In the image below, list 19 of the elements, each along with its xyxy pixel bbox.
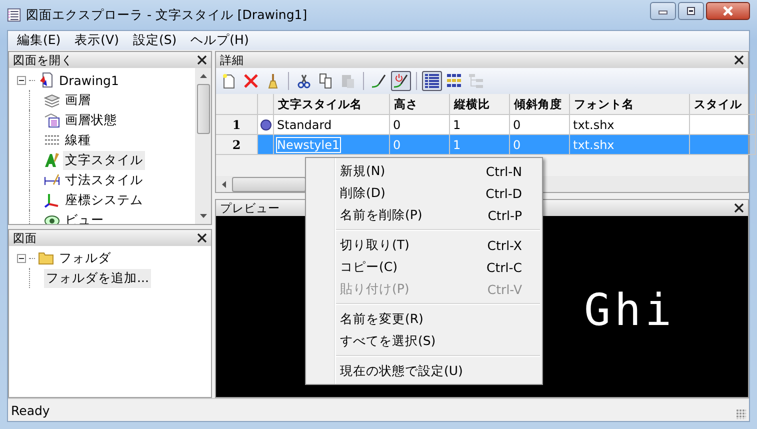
table-cell: 0: [393, 118, 401, 132]
table-cell: 0: [393, 138, 401, 152]
panel-title: 図面: [13, 230, 37, 246]
window-title: 図面エクスプローラ - 文字スタイル [Drawing1]: [26, 6, 308, 24]
table-cell: 1: [453, 118, 461, 132]
status-text: Ready: [11, 402, 50, 418]
panel-title: 図面を開く: [13, 52, 73, 68]
table-cell: 1: [453, 138, 461, 152]
preview-text: Ghi: [584, 285, 676, 336]
table-cell: Standard: [277, 118, 332, 132]
panel-title: プレビュー: [220, 200, 280, 216]
table-cell: 0: [513, 118, 521, 132]
table-cell: txt.shx: [573, 118, 614, 132]
table-cell: 0: [513, 138, 521, 152]
table-cell: Newstyle1: [277, 138, 340, 152]
table-cell: txt.shx: [573, 138, 614, 152]
row-number: 1: [216, 115, 258, 135]
row-number: 2: [216, 135, 258, 155]
panel-title: 詳細: [220, 52, 244, 68]
